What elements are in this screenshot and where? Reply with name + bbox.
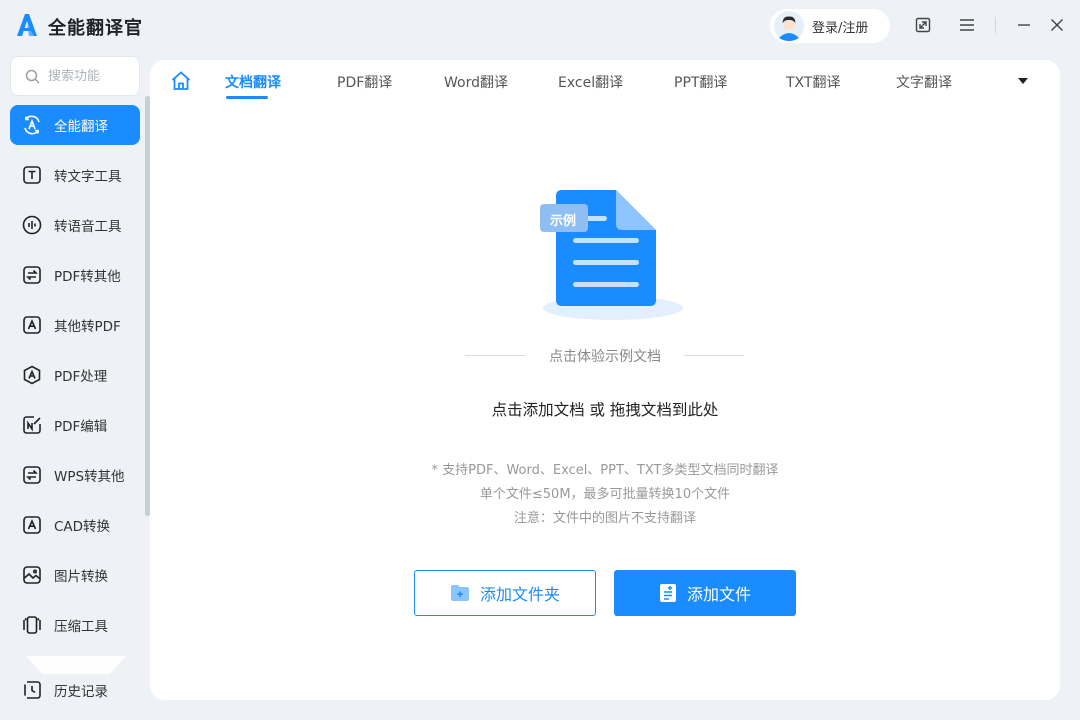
sidebar-item-label: WPS转其他 [54,469,125,485]
to-pdf-icon [21,314,43,336]
support-note: * 支持PDF、Word、Excel、PPT、TXT多类型文档同时翻译 [431,463,779,478]
search-icon [25,69,40,84]
sidebar-item-label: 图片转换 [54,569,108,585]
menu-icon[interactable] [956,14,978,36]
mini-mode-icon[interactable] [912,14,934,36]
sidebar-item-label: 历史记录 [54,684,108,700]
pdf-process-icon [21,364,43,386]
minimize-icon[interactable] [1013,14,1035,36]
divider-right [684,355,744,356]
sidebar-item-wps-to-other[interactable]: WPS转其他 [10,455,140,495]
login-button[interactable]: 登录/注册 [770,9,890,43]
sidebar-item-cad[interactable]: CAD转换 [10,505,140,545]
tab-doc-translate[interactable]: 文档翻译 [225,72,281,92]
add-file-button[interactable]: 添加文件 [614,570,796,616]
pdf-edit-icon [21,414,43,436]
history-icon [21,679,43,701]
sidebar-item-text-to-speech[interactable]: 转语音工具 [10,205,140,245]
sample-badge: 示例 [550,214,577,229]
title-bar: 全能翻译官 登录/注册 [0,0,1080,52]
search-input[interactable] [48,68,128,84]
sidebar-item-label: CAD转换 [54,519,111,535]
app-title: 全能翻译官 [48,18,143,39]
add-file-label: 添加文件 [686,585,751,604]
add-folder-button[interactable]: 添加文件夹 [414,570,596,616]
tab-word-translate[interactable]: Word翻译 [444,72,508,92]
text-t-icon [21,164,43,186]
search-box[interactable] [10,56,140,96]
sidebar-item-label: 压缩工具 [54,619,108,635]
sidebar-item-label: 转文字工具 [54,169,122,185]
limit-note: 单个文件≤50M，最多可批量转换10个文件 [479,487,731,502]
sidebar-item-compress[interactable]: 压缩工具 [10,605,140,645]
login-label: 登录/注册 [812,20,869,36]
add-folder-label: 添加文件夹 [479,585,560,604]
cad-icon [21,514,43,536]
close-icon[interactable] [1046,14,1068,36]
sidebar-item-speech-to-text[interactable]: 转文字工具 [10,155,140,195]
image-icon [21,564,43,586]
pdf-convert-icon [21,264,43,286]
sidebar-item-translate[interactable]: 全能翻译 [10,105,140,145]
sidebar-item-image-convert[interactable]: 图片转换 [10,555,140,595]
divider-left [465,355,525,356]
tab-bar: 文档翻译 PDF翻译 Word翻译 Excel翻译 PPT翻译 TXT翻译 文字… [150,60,1060,102]
sidebar-item-history[interactable]: 历史记录 [10,670,140,710]
tab-text-translate[interactable]: 文字翻译 [896,72,952,92]
home-icon[interactable] [170,70,192,92]
sidebar-item-label: PDF转其他 [54,269,121,285]
titlebar-divider [995,17,996,33]
sidebar-item-pdf-process[interactable]: PDF处理 [10,355,140,395]
sidebar-item-label: PDF编辑 [54,419,108,435]
audio-wave-icon [21,214,43,236]
drop-zone-text[interactable]: 点击添加文档 或 拖拽文档到此处 [405,398,805,420]
file-add-icon [659,584,676,602]
folder-add-icon [450,585,469,601]
sidebar-item-other-to-pdf[interactable]: 其他转PDF [10,305,140,345]
sidebar-item-label: 其他转PDF [54,319,121,335]
sample-document-illustration[interactable]: 示例 [538,182,688,324]
tab-excel-translate[interactable]: Excel翻译 [558,72,623,92]
app-logo-icon [17,14,37,36]
sidebar: 全能翻译 转文字工具 转语音工具 PDF转其他 [0,52,150,720]
avatar [774,11,804,41]
try-sample-link[interactable]: 点击体验示例文档 [540,346,670,366]
tabs-dropdown-icon[interactable] [1016,76,1030,86]
tab-txt-translate[interactable]: TXT翻译 [786,72,840,92]
sidebar-item-label: 全能翻译 [54,119,108,135]
document-icon [540,190,683,320]
tab-pdf-translate[interactable]: PDF翻译 [337,72,392,92]
translate-icon [21,114,43,136]
active-tab-indicator [226,96,268,99]
compress-icon [21,614,43,636]
tab-ppt-translate[interactable]: PPT翻译 [674,72,727,92]
sidebar-item-pdf-to-other[interactable]: PDF转其他 [10,255,140,295]
sidebar-item-label: 转语音工具 [54,219,122,235]
sidebar-item-label: PDF处理 [54,369,108,385]
image-note: 注意：文件中的图片不支持翻译 [513,511,696,526]
wps-convert-icon [21,464,43,486]
sidebar-item-pdf-edit[interactable]: PDF编辑 [10,405,140,445]
main-panel: 文档翻译 PDF翻译 Word翻译 Excel翻译 PPT翻译 TXT翻译 文字… [150,60,1060,700]
